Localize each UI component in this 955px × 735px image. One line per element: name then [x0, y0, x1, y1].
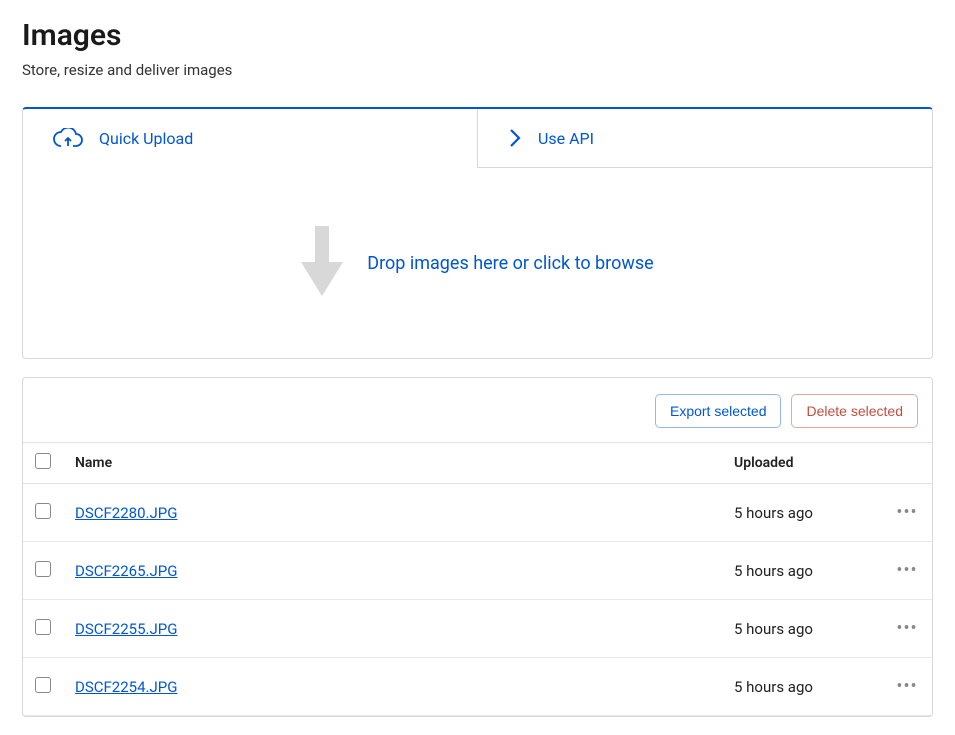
row-checkbox[interactable] — [35, 677, 51, 693]
delete-selected-button[interactable]: Delete selected — [791, 394, 918, 428]
more-actions-icon[interactable]: ••• — [896, 560, 917, 581]
column-checkbox — [23, 443, 63, 484]
tab-use-api[interactable]: Use API — [477, 109, 932, 168]
table-row: DSCF2255.JPG 5 hours ago ••• — [23, 600, 932, 658]
tab-label: Use API — [538, 129, 594, 148]
list-toolbar: Export selected Delete selected — [23, 378, 932, 442]
tab-label: Quick Upload — [99, 129, 193, 148]
more-actions-icon[interactable]: ••• — [896, 502, 917, 523]
row-checkbox[interactable] — [35, 503, 51, 519]
uploaded-time: 5 hours ago — [734, 504, 813, 522]
tab-quick-upload[interactable]: Quick Upload — [23, 109, 477, 168]
page-title: Images — [22, 18, 933, 53]
table-row: DSCF2254.JPG 5 hours ago ••• — [23, 658, 932, 716]
column-actions — [882, 443, 932, 484]
dropzone[interactable]: Drop images here or click to browse — [23, 168, 932, 358]
uploaded-time: 5 hours ago — [734, 678, 813, 696]
table-row: DSCF2265.JPG 5 hours ago ••• — [23, 542, 932, 600]
row-checkbox[interactable] — [35, 619, 51, 635]
more-actions-icon[interactable]: ••• — [896, 676, 917, 697]
more-actions-icon[interactable]: ••• — [896, 618, 917, 639]
file-link[interactable]: DSCF2265.JPG — [75, 562, 177, 580]
export-selected-button[interactable]: Export selected — [655, 394, 782, 428]
uploaded-time: 5 hours ago — [734, 562, 813, 580]
row-checkbox[interactable] — [35, 561, 51, 577]
tab-bar: Quick Upload Use API — [23, 109, 932, 168]
file-link[interactable]: DSCF2255.JPG — [75, 620, 177, 638]
arrow-down-icon — [301, 226, 343, 300]
images-list-panel: Export selected Delete selected Name Upl… — [22, 377, 933, 717]
table-row: DSCF2280.JPG 5 hours ago ••• — [23, 484, 932, 542]
upload-panel: Quick Upload Use API Drop images here or… — [22, 107, 933, 359]
chevron-right-icon — [508, 127, 522, 149]
dropzone-text: Drop images here or click to browse — [367, 253, 653, 274]
select-all-checkbox[interactable] — [35, 453, 51, 469]
cloud-upload-icon — [53, 128, 83, 150]
images-table: Name Uploaded DSCF2280.JPG 5 hours ago •••… — [23, 442, 932, 716]
column-name: Name — [63, 443, 722, 484]
column-uploaded: Uploaded — [722, 443, 882, 484]
page-subtitle: Store, resize and deliver images — [22, 61, 933, 79]
file-link[interactable]: DSCF2280.JPG — [75, 504, 177, 522]
file-link[interactable]: DSCF2254.JPG — [75, 678, 177, 696]
uploaded-time: 5 hours ago — [734, 620, 813, 638]
